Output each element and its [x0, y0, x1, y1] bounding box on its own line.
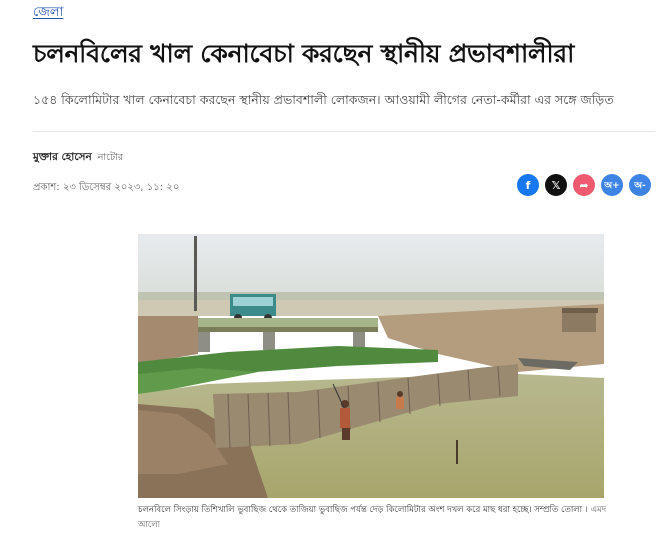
author-location: নাটোর: [97, 152, 124, 163]
section-link[interactable]: জেলা: [33, 3, 63, 24]
article-photo: [138, 234, 604, 498]
facebook-share-button[interactable]: f: [517, 174, 539, 196]
article-subhead: ১৫৪ কিলোমিটার খাল কেনাবেচা করছেন স্থানীয…: [33, 92, 614, 107]
author-name[interactable]: মুক্তার হোসেন: [33, 150, 92, 167]
publish-date: প্রকাশ: ২৩ ডিসেম্বর ২০২৩, ১১: ২০: [33, 182, 180, 193]
share-button[interactable]: ➦: [573, 174, 595, 196]
share-icon: ➦: [579, 178, 589, 192]
article-headline: চলনবিলের খাল কেনাবেচা করছেন স্থানীয় প্র…: [33, 39, 575, 68]
divider: [33, 131, 655, 132]
x-share-button[interactable]: 𝕏: [545, 174, 567, 196]
x-icon: 𝕏: [551, 178, 561, 192]
byline: মুক্তার হোসেন নাটোর: [33, 150, 123, 167]
facebook-icon: f: [525, 178, 531, 192]
share-bar: f 𝕏 ➦ অ+ অ-: [517, 174, 651, 196]
photo-caption: চলনবিলে সিংড়ায় তিশিখালি ভুবাছিজ থেকে ত…: [138, 503, 608, 533]
font-decrease-button[interactable]: অ-: [629, 174, 651, 196]
font-increase-button[interactable]: অ+: [601, 174, 623, 196]
photo-caption-text: চলনবিলে সিংড়ায় তিশিখালি ভুবাছিজ থেকে ত…: [138, 505, 588, 515]
